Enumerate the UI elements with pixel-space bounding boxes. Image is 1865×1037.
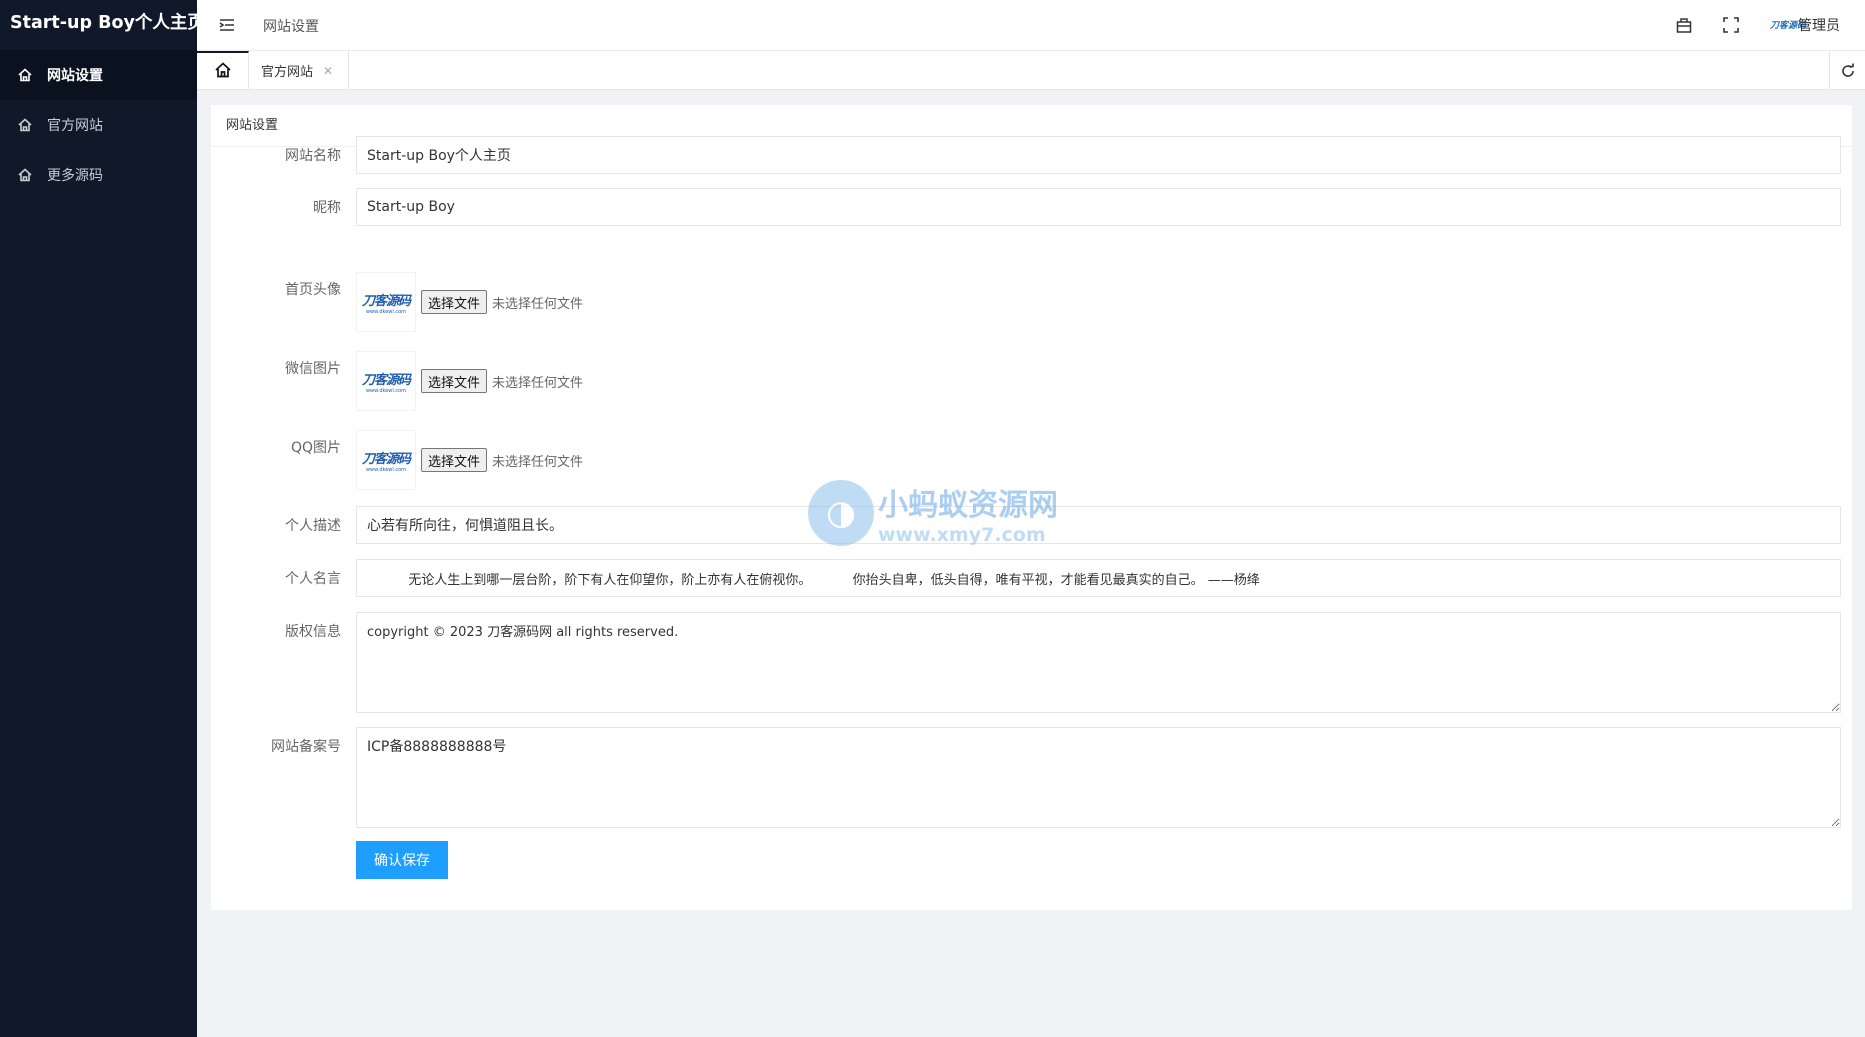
motto-label: 个人名言 [285,571,341,587]
sidebar-item-label: 官方网站 [47,118,103,134]
home-icon [18,118,32,132]
copyright-textarea[interactable]: copyright © 2023 刀客源码网 all rights reserv… [356,612,1841,713]
save-button[interactable]: 确认保存 [356,841,448,879]
tab-home[interactable] [197,51,249,90]
description-label: 个人描述 [285,518,341,534]
close-icon[interactable]: ✕ [323,64,333,78]
refresh-icon[interactable] [1829,51,1865,90]
wechat-label: 微信图片 [285,361,341,377]
sidebar-item-label: 网站设置 [47,68,103,84]
qq-label: QQ图片 [290,440,341,456]
motto-input[interactable] [356,559,1841,597]
app-logo: Start-up Boy个人主页 [10,13,197,33]
tab-bar: 官方网站 ✕ [197,51,1865,90]
home-icon [18,168,32,182]
sidebar-item-label: 更多源码 [47,168,103,184]
tab-label: 官方网站 [261,65,314,80]
description-input[interactable] [356,506,1841,544]
avatar-choose-file-button[interactable]: 选择文件 [421,290,488,314]
icp-textarea[interactable]: ICP备8888888888号 [356,727,1841,828]
sidebar-item-official-site[interactable]: 官方网站 [0,100,197,150]
fullscreen-icon[interactable] [1722,16,1740,34]
wechat-thumbnail: 刀客源码 www.dkewl.com [356,351,416,411]
menu-toggle-icon[interactable] [219,17,235,33]
qq-file-status: 未选择任何文件 [492,454,584,470]
qq-upload: 刀客源码 www.dkewl.com 选择文件 未选择任何文件 [356,430,583,490]
clear-cache-icon[interactable] [1675,16,1693,34]
top-header: 网站设置 刀客源码 管理员 [197,0,1865,51]
nickname-label: 昵称 [313,200,341,216]
nickname-input[interactable] [356,188,1841,226]
icp-label: 网站备案号 [271,739,341,755]
sidebar-item-more-source[interactable]: 更多源码 [0,150,197,200]
site-name-label: 网站名称 [285,148,341,164]
qq-thumbnail: 刀客源码 www.dkewl.com [356,430,416,490]
avatar-upload: 刀客源码 www.dkewl.com 选择文件 未选择任何文件 [356,272,583,332]
home-icon [18,68,32,82]
wechat-upload: 刀客源码 www.dkewl.com 选择文件 未选择任何文件 [356,351,583,411]
tab-official-site[interactable]: 官方网站 ✕ [249,51,349,90]
avatar-file-status: 未选择任何文件 [492,296,584,312]
avatar-thumbnail: 刀客源码 www.dkewl.com [356,272,416,332]
admin-name[interactable]: 管理员 [1798,15,1840,35]
wechat-choose-file-button[interactable]: 选择文件 [421,369,488,393]
copyright-label: 版权信息 [285,624,341,640]
sidebar-item-site-settings[interactable]: 网站设置 [0,50,197,100]
site-name-input[interactable] [356,136,1841,174]
qq-choose-file-button[interactable]: 选择文件 [421,448,488,472]
wechat-file-status: 未选择任何文件 [492,375,584,391]
avatar-label: 首页头像 [285,282,341,298]
settings-card: 网站设置 网站名称 昵称 首页头像 刀客源码 www.dkewl.com 选择文… [211,105,1852,910]
header-title: 网站设置 [263,19,319,35]
sidebar: Start-up Boy个人主页 网站设置 官方网站 更多源码 [0,0,197,1037]
home-icon [214,61,231,82]
